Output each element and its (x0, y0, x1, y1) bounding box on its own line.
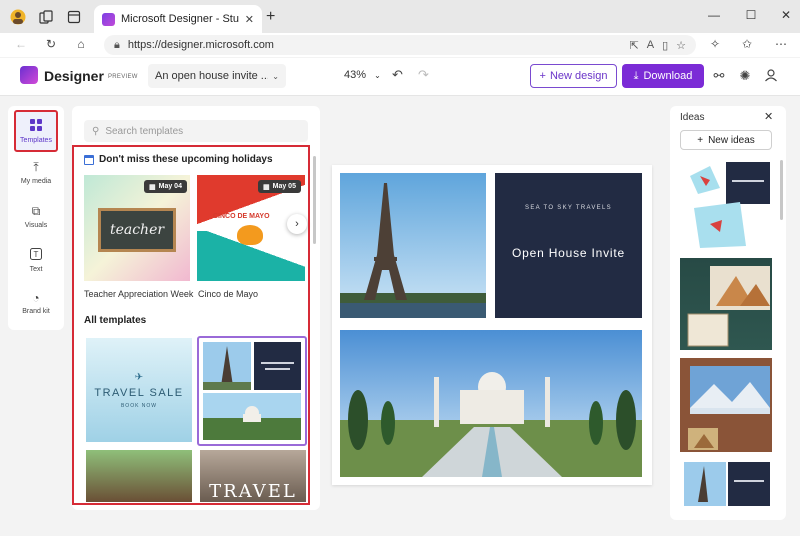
upload-icon: ⤒ (33, 160, 39, 174)
design-title: An open house invite ... (155, 70, 269, 82)
rail-label: Templates (20, 136, 52, 144)
idea-card[interactable] (680, 358, 772, 452)
ideas-title: Ideas (680, 112, 705, 123)
chevron-down-icon: ⌄ (374, 71, 381, 80)
ideas-scrollbar[interactable] (780, 160, 783, 220)
designer-favicon-icon (102, 12, 115, 26)
design-title-dropdown[interactable]: An open house invite ... ⌄ (148, 64, 286, 88)
templates-icon (30, 118, 42, 134)
rail-item-brand-kit[interactable]: ◔ Brand kit (14, 291, 58, 315)
search-input[interactable]: ⚲ Search templates (84, 120, 308, 142)
rail-label: My media (20, 178, 52, 185)
more-icon[interactable]: ⋯ (772, 37, 790, 51)
favorites-icon[interactable]: ✩ (738, 37, 756, 51)
new-design-label: New design (549, 70, 608, 82)
redo-icon[interactable]: ↷ (418, 67, 429, 83)
undo-icon[interactable]: ↶ (392, 67, 403, 83)
rail-item-my-media[interactable]: ⤒ My media (14, 160, 58, 185)
minimize-icon[interactable]: — (704, 8, 724, 22)
refresh-icon[interactable]: ↻ (42, 37, 60, 51)
read-aloud-icon[interactable]: A (647, 39, 654, 51)
tab-title: Microsoft Designer - Stunning d (121, 13, 239, 25)
new-ideas-label: New ideas (708, 134, 755, 146)
download-icon: ⤓ (633, 69, 639, 82)
svg-text:T: T (34, 250, 39, 259)
rail-item-text[interactable]: T Text (14, 248, 58, 273)
rail-item-visuals[interactable]: ⧉ Visuals (14, 204, 58, 229)
rail-item-templates[interactable]: Templates (14, 110, 58, 152)
rail-label: Visuals (24, 222, 48, 229)
company-name-text[interactable]: SEA TO SKY TRAVELS (495, 205, 642, 211)
idea-card[interactable] (680, 258, 772, 350)
palette-icon: ◔ (32, 291, 40, 305)
idea-card[interactable] (680, 158, 772, 250)
url-text[interactable]: https://designer.microsoft.com (128, 39, 622, 51)
download-label: Download (643, 70, 693, 82)
templates-scrollbar[interactable] (313, 156, 316, 244)
rail-label: Brand kit (22, 308, 50, 315)
close-tab-icon[interactable]: ✕ (245, 13, 254, 26)
maximize-icon[interactable]: ☐ (741, 8, 761, 22)
designer-settings-icon[interactable]: ✺ (736, 68, 754, 84)
profile-avatar-icon[interactable] (8, 7, 28, 27)
account-icon[interactable] (762, 68, 780, 85)
idea-card[interactable] (680, 458, 772, 514)
browser-tab[interactable]: Microsoft Designer - Stunning d ✕ (94, 5, 262, 33)
search-icon: ⚲ (92, 125, 100, 137)
plus-icon: + (697, 134, 704, 146)
chevron-down-icon: ⌄ (272, 71, 279, 81)
search-placeholder: Search templates (105, 125, 184, 137)
close-window-icon[interactable]: ✕ (776, 8, 796, 22)
idea-thumbnail (684, 462, 770, 506)
new-tab-button[interactable]: + (266, 8, 275, 26)
new-ideas-button[interactable]: + New ideas (680, 130, 772, 150)
plus-icon: + (539, 70, 546, 82)
zoom-dropdown[interactable]: 43% ⌄ (344, 69, 381, 81)
reader-view-icon[interactable]: ▯ (662, 39, 668, 52)
back-icon[interactable]: ← (12, 37, 30, 51)
share-icon[interactable]: ⇱ (630, 39, 639, 52)
templates-highlight-box (72, 145, 310, 505)
download-button[interactable]: ⤓ Download (622, 64, 704, 88)
address-bar[interactable]: 🔒︎ https://designer.microsoft.com ⇱ A ▯ … (104, 35, 696, 55)
close-icon[interactable]: ✕ (764, 110, 773, 123)
idea-thumbnail (690, 162, 770, 248)
invite-headline-text[interactable]: Open House Invite (495, 246, 642, 260)
app-name: Designer (44, 68, 104, 84)
extensions-icon[interactable]: ✧ (706, 37, 724, 51)
rail-label: Text (29, 266, 43, 273)
preview-badge: PREVIEW (108, 74, 138, 80)
tab-actions-icon[interactable] (64, 7, 84, 27)
collections-icon[interactable] (36, 7, 56, 27)
zoom-level: 43% (344, 69, 367, 81)
idea-thumbnail (688, 366, 770, 450)
share-link-icon[interactable]: ⚯ (710, 68, 728, 84)
idea-thumbnail (687, 266, 770, 347)
shapes-icon: ⧉ (31, 204, 41, 218)
lock-icon: 🔒︎ (114, 38, 120, 51)
new-design-button[interactable]: + New design (530, 64, 617, 88)
favorite-icon[interactable]: ☆ (676, 39, 686, 52)
home-icon[interactable]: ⌂ (72, 37, 90, 51)
designer-logo-icon[interactable] (20, 66, 38, 84)
text-icon: T (30, 248, 42, 263)
